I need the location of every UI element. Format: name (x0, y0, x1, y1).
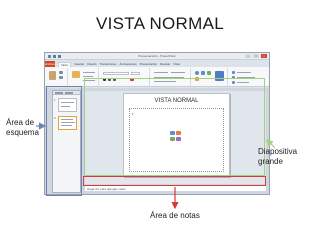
notes-area-label: Área de notas (150, 211, 200, 220)
outline-area-label: Área de esquema (6, 118, 39, 137)
callout-arrows (36, 122, 276, 210)
large-slide-label: Diapositiva grande (258, 147, 298, 166)
